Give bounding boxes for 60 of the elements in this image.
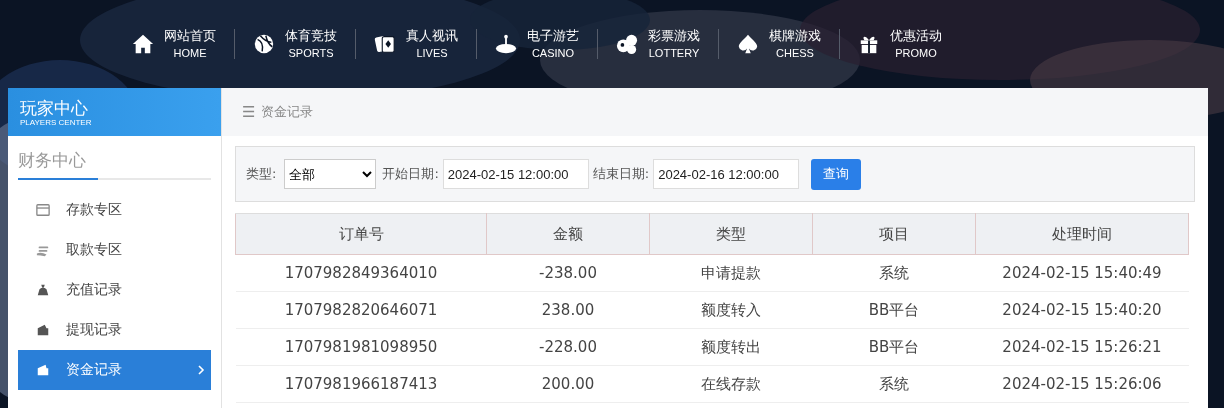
menu-icon: ☰ — [242, 103, 256, 121]
table-cell: BB平台 — [812, 328, 976, 366]
balls-icon — [616, 33, 638, 55]
sidebar-title: 玩家中心 — [20, 97, 89, 118]
table-cell: 1707982820646071 — [235, 291, 487, 329]
table-cell: BB平台 — [812, 291, 976, 329]
nav-link[interactable]: 彩票游戏 LOTTERY — [610, 27, 706, 61]
nav-link[interactable]: 优惠活动 PROMO — [852, 27, 948, 61]
table-cell: 1707981981098950 — [235, 328, 487, 366]
sidebar-subtitle: PLAYERS CENTER — [20, 117, 93, 127]
table-cell: -228.00 — [486, 328, 650, 366]
table-cell: 2024-02-15 15:40:20 — [975, 291, 1189, 329]
spade-icon — [737, 33, 759, 55]
sidebar-item[interactable]: 提现记录 — [18, 310, 211, 350]
sidebar-item[interactable]: 取款专区 — [18, 230, 211, 270]
section-title: 财务中心 — [18, 149, 98, 180]
type-label: 类型: — [246, 165, 277, 183]
ball-icon — [253, 33, 275, 55]
column-header: 类型 — [649, 213, 813, 255]
column-header: 项目 — [812, 213, 976, 255]
table-cell: 申请提款 — [649, 254, 813, 292]
start-date-field[interactable]: 2024-02-15 12:00:00 — [442, 159, 589, 189]
card-icon — [36, 203, 50, 217]
wallet-icon — [36, 323, 50, 337]
chevron-icon — [197, 364, 205, 376]
table-cell: 2024-02-15 15:26:21 — [975, 328, 1189, 366]
table-cell: 在线存款 — [649, 365, 813, 403]
breadcrumb: 资金记录 — [261, 103, 314, 121]
type-select[interactable]: 全部 — [284, 159, 377, 189]
table-cell: 238.00 — [486, 291, 650, 329]
column-header: 订单号 — [235, 213, 487, 255]
table-cell: 2024-02-15 15:40:49 — [975, 254, 1189, 292]
search-button[interactable]: 查询 — [811, 158, 862, 190]
nav-link[interactable]: 网站首页 HOME — [126, 27, 222, 61]
table-cell: 额度转入 — [649, 291, 813, 329]
sidebar-item[interactable]: 资金记录 — [18, 350, 211, 390]
sidebar-item[interactable]: 充值记录 — [18, 270, 211, 310]
start-date-label: 开始日期: — [382, 165, 439, 183]
nav-link[interactable]: 真人视讯 LIVES — [368, 27, 464, 61]
bag-icon — [36, 283, 50, 297]
column-header: 金额 — [486, 213, 650, 255]
sidebar-item[interactable]: 存款专区 — [18, 190, 211, 230]
table-cell: 2024-02-15 15:26:06 — [975, 365, 1189, 403]
nav-link[interactable]: 电子游艺 CASINO — [489, 27, 585, 61]
roulette-icon — [495, 33, 517, 55]
money-icon — [36, 363, 50, 377]
nav-link[interactable]: 体育竞技 SPORTS — [247, 27, 343, 61]
end-date-label: 结束日期: — [592, 165, 650, 183]
table-cell: 1707982849364010 — [235, 254, 487, 292]
table-cell: 200.00 — [486, 365, 650, 403]
column-header: 处理时间 — [975, 213, 1189, 255]
end-date-field[interactable]: 2024-02-16 12:00:00 — [653, 159, 800, 189]
table-cell: 1707981966187413 — [235, 365, 487, 403]
nav-link[interactable]: 棋牌游戏 CHESS — [731, 27, 827, 61]
table-cell: 系统 — [812, 365, 976, 403]
table-cell: -238.00 — [486, 254, 650, 292]
cards-icon — [374, 33, 396, 55]
home-icon — [132, 33, 154, 55]
table-cell: 系统 — [812, 254, 976, 292]
table-cell: 额度转出 — [649, 328, 813, 366]
